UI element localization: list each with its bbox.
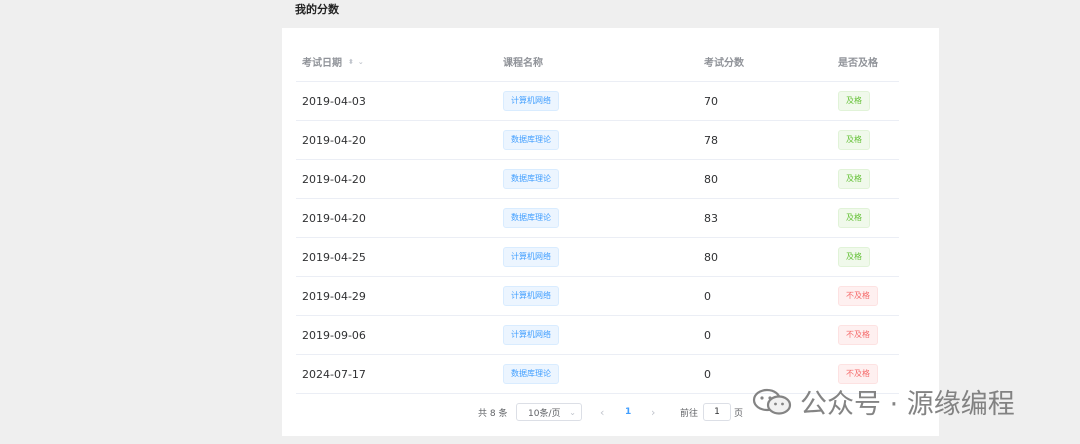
table-row: 2019-04-03 计算机网络 70 及格 (296, 82, 899, 121)
pass-status-badge: 及格 (838, 247, 870, 267)
cell-score: 70 (704, 94, 718, 108)
header-date[interactable]: 考试日期 ⬍ ⌄ (302, 42, 368, 81)
header-score: 考试分数 (704, 58, 744, 69)
wechat-icon (752, 388, 792, 415)
cell-pass: 及格 (838, 238, 870, 276)
header-pass: 是否及格 (838, 58, 878, 69)
pass-status-badge: 不及格 (838, 286, 878, 306)
pass-status-badge: 及格 (838, 130, 870, 150)
cell-course: 数据库理论 (503, 355, 559, 393)
scores-table: 考试日期 ⬍ ⌄ 课程名称 考试分数 是否及格 2019-04-03 计算机网络 70… (296, 42, 899, 394)
cell-date: 2019-04-20 (302, 211, 366, 225)
sort-icon[interactable]: ⬍ ⌄ (348, 58, 368, 66)
table-row: 2019-04-20 数据库理论 83 及格 (296, 199, 899, 238)
scores-card: 考试日期 ⬍ ⌄ 课程名称 考试分数 是否及格 2019-04-03 计算机网络 70… (282, 28, 939, 436)
cell-pass: 及格 (838, 121, 870, 159)
page-size-value: 10条/页 (528, 408, 561, 419)
cell-score: 0 (704, 328, 711, 342)
watermark: 公众号 · 源缘编程 (752, 382, 1015, 421)
pass-status-badge: 及格 (838, 91, 870, 111)
cell-course: 计算机网络 (503, 316, 559, 354)
cell-course: 数据库理论 (503, 121, 559, 159)
pass-status-badge: 及格 (838, 208, 870, 228)
next-page-button[interactable]: › (651, 401, 655, 423)
cell-date: 2019-04-03 (302, 94, 366, 108)
goto-page-input[interactable]: 1 (703, 403, 731, 421)
cell-pass: 及格 (838, 160, 870, 198)
pass-status-badge: 不及格 (838, 325, 878, 345)
pass-status-badge: 不及格 (838, 364, 878, 384)
cell-course: 计算机网络 (503, 238, 559, 276)
cell-pass: 及格 (838, 82, 870, 120)
prev-page-button[interactable]: ‹ (600, 401, 604, 423)
cell-date: 2019-09-06 (302, 328, 366, 342)
course-tag: 数据库理论 (503, 208, 559, 228)
cell-pass: 不及格 (838, 316, 878, 354)
cell-pass: 不及格 (838, 277, 878, 315)
cell-score: 83 (704, 211, 718, 225)
cell-date: 2019-04-20 (302, 133, 366, 147)
cell-course: 计算机网络 (503, 82, 559, 120)
cell-score: 80 (704, 250, 718, 264)
cell-course: 数据库理论 (503, 199, 559, 237)
course-tag: 计算机网络 (503, 286, 559, 306)
cell-score: 0 (704, 367, 711, 381)
course-tag: 计算机网络 (503, 325, 559, 345)
cell-date: 2024-07-17 (302, 367, 366, 381)
pass-status-badge: 及格 (838, 169, 870, 189)
cell-score: 80 (704, 172, 718, 186)
course-tag: 数据库理论 (503, 169, 559, 189)
goto-label: 前往 (680, 408, 699, 419)
table-row: 2019-04-25 计算机网络 80 及格 (296, 238, 899, 277)
cell-date: 2019-04-20 (302, 172, 366, 186)
table-header: 考试日期 ⬍ ⌄ 课程名称 考试分数 是否及格 (296, 42, 899, 82)
cell-score: 78 (704, 133, 718, 147)
page-size-select[interactable]: 10条/页 ⌄ (516, 403, 582, 421)
chevron-down-icon: ⌄ (569, 407, 576, 417)
header-date-label: 考试日期 (302, 58, 342, 69)
table-row: 2019-04-29 计算机网络 0 不及格 (296, 277, 899, 316)
cell-course: 计算机网络 (503, 277, 559, 315)
page-suffix: 页 (734, 408, 744, 419)
course-tag: 计算机网络 (503, 247, 559, 267)
table-row: 2019-04-20 数据库理论 78 及格 (296, 121, 899, 160)
header-course: 课程名称 (503, 58, 543, 69)
course-tag: 数据库理论 (503, 130, 559, 150)
table-body: 2019-04-03 计算机网络 70 及格 2019-04-20 数据库理论 78 及格 20… (296, 82, 899, 394)
table-row: 2019-04-20 数据库理论 80 及格 (296, 160, 899, 199)
cell-score: 0 (704, 289, 711, 303)
table-row: 2019-09-06 计算机网络 0 不及格 (296, 316, 899, 355)
cell-date: 2019-04-25 (302, 250, 366, 264)
cell-course: 数据库理论 (503, 160, 559, 198)
watermark-text: 公众号 · 源缘编程 (800, 389, 1015, 420)
page-title: 我的分数 (295, 3, 339, 16)
pagination-total: 共 8 条 (478, 408, 508, 419)
course-tag: 数据库理论 (503, 364, 559, 384)
cell-date: 2019-04-29 (302, 289, 366, 303)
course-tag: 计算机网络 (503, 91, 559, 111)
page-number-current[interactable]: 1 (625, 401, 631, 423)
cell-pass: 及格 (838, 199, 870, 237)
